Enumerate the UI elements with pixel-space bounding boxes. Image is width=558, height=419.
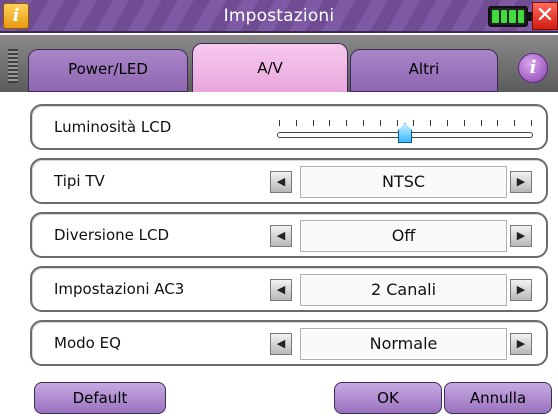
tv-type-prev-button[interactable]: ◀ [270,171,292,193]
slider-tick [480,120,482,126]
tab-av[interactable]: A/V [192,43,348,92]
cancel-button[interactable]: Annulla [444,382,552,414]
tv-type-next-button[interactable]: ▶ [510,171,532,193]
help-icon[interactable]: i [518,53,548,83]
lcd-diversion-prev-button[interactable]: ◀ [270,225,292,247]
battery-icon [488,6,532,27]
slider-tick [413,120,415,126]
tv-type-label: Tipi TV [54,172,105,190]
title-bar: i Impostazioni ✕ [0,0,558,33]
slider-tick [447,120,448,126]
ok-button[interactable]: OK [334,382,442,414]
brightness-label: Luminosità LCD [54,118,172,136]
default-button[interactable]: Default [34,382,166,414]
lcd-diversion-label: Diversione LCD [54,226,170,244]
slider-tick [396,120,398,126]
slider-tick [379,120,381,126]
lcd-diversion-next-button[interactable]: ▶ [510,225,532,247]
slider-tick [514,120,516,126]
slider-tick [312,120,314,126]
slider-tick [531,120,532,126]
close-icon[interactable]: ✕ [532,2,558,30]
eq-mode-next-button[interactable]: ▶ [510,333,532,355]
slider-tick [329,120,331,126]
slider-tick [430,120,432,126]
setting-row-ac3: Impostazioni AC3 ◀ 2 Canali ▶ [30,266,548,312]
tv-type-value: NTSC [300,166,507,198]
slider-tick [497,120,499,126]
setting-row-eq-mode: Modo EQ ◀ Normale ▶ [30,320,548,366]
brightness-slider-thumb[interactable] [398,123,412,143]
ac3-value: 2 Canali [300,274,507,306]
setting-row-tv-type: Tipi TV ◀ NTSC ▶ [30,158,548,204]
eq-mode-value: Normale [300,328,507,360]
eq-mode-label: Modo EQ [54,334,121,352]
slider-tick [363,120,364,126]
setting-row-brightness: Luminosità LCD [30,104,548,150]
eq-mode-prev-button[interactable]: ◀ [270,333,292,355]
ac3-prev-button[interactable]: ◀ [270,279,292,301]
settings-panel: Luminosità LCD Tipi TV ◀ NTSC ▶ Diversio… [0,92,558,419]
slider-tick [279,120,280,126]
tab-strip: Power/LED A/V Altri i [0,35,558,92]
ac3-next-button[interactable]: ▶ [510,279,532,301]
slider-tick [295,120,297,126]
grip-handle [8,49,18,83]
window-title: Impostazioni [223,6,335,26]
lcd-diversion-value: Off [300,220,507,252]
slider-tick [346,120,348,126]
tab-altri[interactable]: Altri [350,49,498,92]
tab-power-led[interactable]: Power/LED [28,49,188,92]
slider-tick [463,120,465,126]
ac3-label: Impostazioni AC3 [54,280,185,298]
setting-row-lcd-diversion: Diversione LCD ◀ Off ▶ [30,212,548,258]
